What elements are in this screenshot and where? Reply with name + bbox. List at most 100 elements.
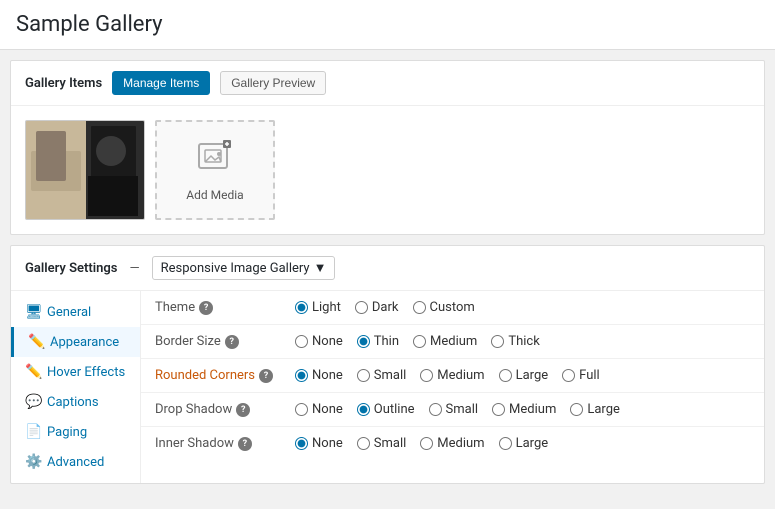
radio-label-drop-shadow-medium: Medium — [509, 402, 556, 417]
radio-input-inner-shadow-small[interactable] — [357, 437, 370, 450]
settings-row-rounded-corners: Rounded Corners? None Small Medium Large Full — [141, 359, 764, 393]
radio-input-drop-shadow-outline[interactable] — [357, 403, 370, 416]
add-media-button[interactable]: Add Media — [155, 120, 275, 220]
radio-option-border-size-thin[interactable]: Thin — [357, 334, 399, 349]
radio-input-rounded-corners-medium[interactable] — [420, 369, 433, 382]
radio-input-inner-shadow-large[interactable] — [499, 437, 512, 450]
gallery-thumbnail-1[interactable] — [25, 120, 145, 220]
captions-icon: 💬 — [25, 394, 39, 410]
row-label-theme: Theme? — [155, 300, 295, 315]
radio-option-rounded-corners-full[interactable]: Full — [562, 368, 600, 383]
sidebar-item-advanced[interactable]: ⚙️ Advanced — [11, 447, 140, 477]
sidebar-item-captions[interactable]: 💬 Captions — [11, 387, 140, 417]
gallery-settings-label: Gallery Settings — [25, 261, 117, 276]
radio-input-drop-shadow-none[interactable] — [295, 403, 308, 416]
radio-group-border-size: None Thin Medium Thick — [295, 334, 540, 349]
radio-label-rounded-corners-none: None — [312, 368, 343, 383]
radio-label-border-size-thin: Thin — [374, 334, 399, 349]
radio-option-theme-custom[interactable]: Custom — [413, 300, 475, 315]
add-media-label: Add Media — [186, 188, 243, 202]
radio-input-theme-light[interactable] — [295, 301, 308, 314]
radio-input-inner-shadow-medium[interactable] — [420, 437, 433, 450]
help-icon-border-size[interactable]: ? — [225, 335, 239, 349]
radio-label-theme-light: Light — [312, 300, 341, 315]
radio-label-border-size-thick: Thick — [508, 334, 539, 349]
settings-row-theme: Theme? Light Dark Custom — [141, 291, 764, 325]
sidebar-item-hover-effects[interactable]: ✏️ Hover Effects — [11, 357, 140, 387]
radio-input-theme-custom[interactable] — [413, 301, 426, 314]
advanced-icon: ⚙️ — [25, 454, 39, 470]
help-icon-inner-shadow[interactable]: ? — [238, 437, 252, 451]
radio-input-theme-dark[interactable] — [355, 301, 368, 314]
gallery-settings-section: Gallery Settings — Responsive Image Gall… — [10, 245, 765, 484]
radio-option-drop-shadow-large[interactable]: Large — [570, 402, 620, 417]
radio-option-inner-shadow-none[interactable]: None — [295, 436, 343, 451]
radio-option-inner-shadow-medium[interactable]: Medium — [420, 436, 484, 451]
page-title: Sample Gallery — [16, 12, 759, 37]
gallery-settings-header: Gallery Settings — Responsive Image Gall… — [11, 246, 764, 291]
radio-option-border-size-thick[interactable]: Thick — [491, 334, 539, 349]
radio-option-inner-shadow-large[interactable]: Large — [499, 436, 549, 451]
row-label-drop-shadow: Drop Shadow? — [155, 402, 295, 417]
radio-option-rounded-corners-large[interactable]: Large — [499, 368, 549, 383]
radio-option-rounded-corners-medium[interactable]: Medium — [420, 368, 484, 383]
radio-label-rounded-corners-large: Large — [516, 368, 549, 383]
nav-captions-label: Captions — [47, 395, 99, 410]
radio-group-rounded-corners: None Small Medium Large Full — [295, 368, 600, 383]
row-label-rounded-corners: Rounded Corners? — [155, 368, 295, 383]
radio-input-border-size-thick[interactable] — [491, 335, 504, 348]
radio-group-drop-shadow: None Outline Small Medium Large — [295, 402, 620, 417]
radio-label-rounded-corners-full: Full — [579, 368, 600, 383]
radio-option-theme-light[interactable]: Light — [295, 300, 341, 315]
gallery-items-area: Add Media — [11, 106, 764, 234]
manage-items-tab[interactable]: Manage Items — [112, 71, 210, 95]
radio-option-inner-shadow-small[interactable]: Small — [357, 436, 407, 451]
nav-paging-label: Paging — [47, 425, 87, 440]
radio-input-inner-shadow-none[interactable] — [295, 437, 308, 450]
page-header: Sample Gallery — [0, 0, 775, 50]
general-icon: 🖥 — [25, 304, 39, 320]
help-icon-theme[interactable]: ? — [199, 301, 213, 315]
radio-input-drop-shadow-medium[interactable] — [492, 403, 505, 416]
radio-input-rounded-corners-large[interactable] — [499, 369, 512, 382]
nav-general-label: General — [47, 305, 91, 320]
help-icon-drop-shadow[interactable]: ? — [236, 403, 250, 417]
row-label-border-size: Border Size? — [155, 334, 295, 349]
plugin-name: Responsive Image Gallery — [161, 261, 310, 276]
settings-row-drop-shadow: Drop Shadow?None Outline Small Medium Large — [141, 393, 764, 427]
radio-input-border-size-none[interactable] — [295, 335, 308, 348]
radio-input-drop-shadow-small[interactable] — [429, 403, 442, 416]
dash-separator: — — [129, 261, 139, 276]
plugin-selector[interactable]: Responsive Image Gallery ▼ — [152, 256, 336, 280]
settings-row-border-size: Border Size? None Thin Medium Thick — [141, 325, 764, 359]
radio-option-rounded-corners-none[interactable]: None — [295, 368, 343, 383]
radio-option-drop-shadow-medium[interactable]: Medium — [492, 402, 556, 417]
help-icon-rounded-corners[interactable]: ? — [259, 369, 273, 383]
sidebar-item-general[interactable]: 🖥 General — [11, 297, 140, 327]
radio-option-drop-shadow-small[interactable]: Small — [429, 402, 479, 417]
radio-label-border-size-none: None — [312, 334, 343, 349]
radio-option-theme-dark[interactable]: Dark — [355, 300, 399, 315]
radio-option-border-size-medium[interactable]: Medium — [413, 334, 477, 349]
gallery-preview-tab[interactable]: Gallery Preview — [220, 71, 326, 95]
sidebar-item-paging[interactable]: 📄 Paging — [11, 417, 140, 447]
radio-option-drop-shadow-outline[interactable]: Outline — [357, 402, 415, 417]
radio-input-rounded-corners-small[interactable] — [357, 369, 370, 382]
radio-input-border-size-thin[interactable] — [357, 335, 370, 348]
radio-option-rounded-corners-small[interactable]: Small — [357, 368, 407, 383]
radio-input-rounded-corners-full[interactable] — [562, 369, 575, 382]
sidebar-nav: 🖥 General ✏️ Appearance ✏️ Hover Effects… — [11, 291, 141, 483]
radio-input-drop-shadow-large[interactable] — [570, 403, 583, 416]
radio-option-drop-shadow-none[interactable]: None — [295, 402, 343, 417]
radio-input-rounded-corners-none[interactable] — [295, 369, 308, 382]
radio-label-theme-custom: Custom — [430, 300, 475, 315]
nav-hover-label: Hover Effects — [47, 365, 125, 380]
gallery-items-label: Gallery Items — [25, 76, 102, 91]
radio-label-border-size-medium: Medium — [430, 334, 477, 349]
settings-row-inner-shadow: Inner Shadow?NoneSmallMediumLarge — [141, 427, 764, 460]
nav-appearance-label: Appearance — [50, 335, 119, 350]
sidebar-item-appearance[interactable]: ✏️ Appearance — [11, 327, 140, 357]
gallery-items-header: Gallery Items Manage Items Gallery Previ… — [11, 61, 764, 106]
radio-input-border-size-medium[interactable] — [413, 335, 426, 348]
radio-option-border-size-none[interactable]: None — [295, 334, 343, 349]
